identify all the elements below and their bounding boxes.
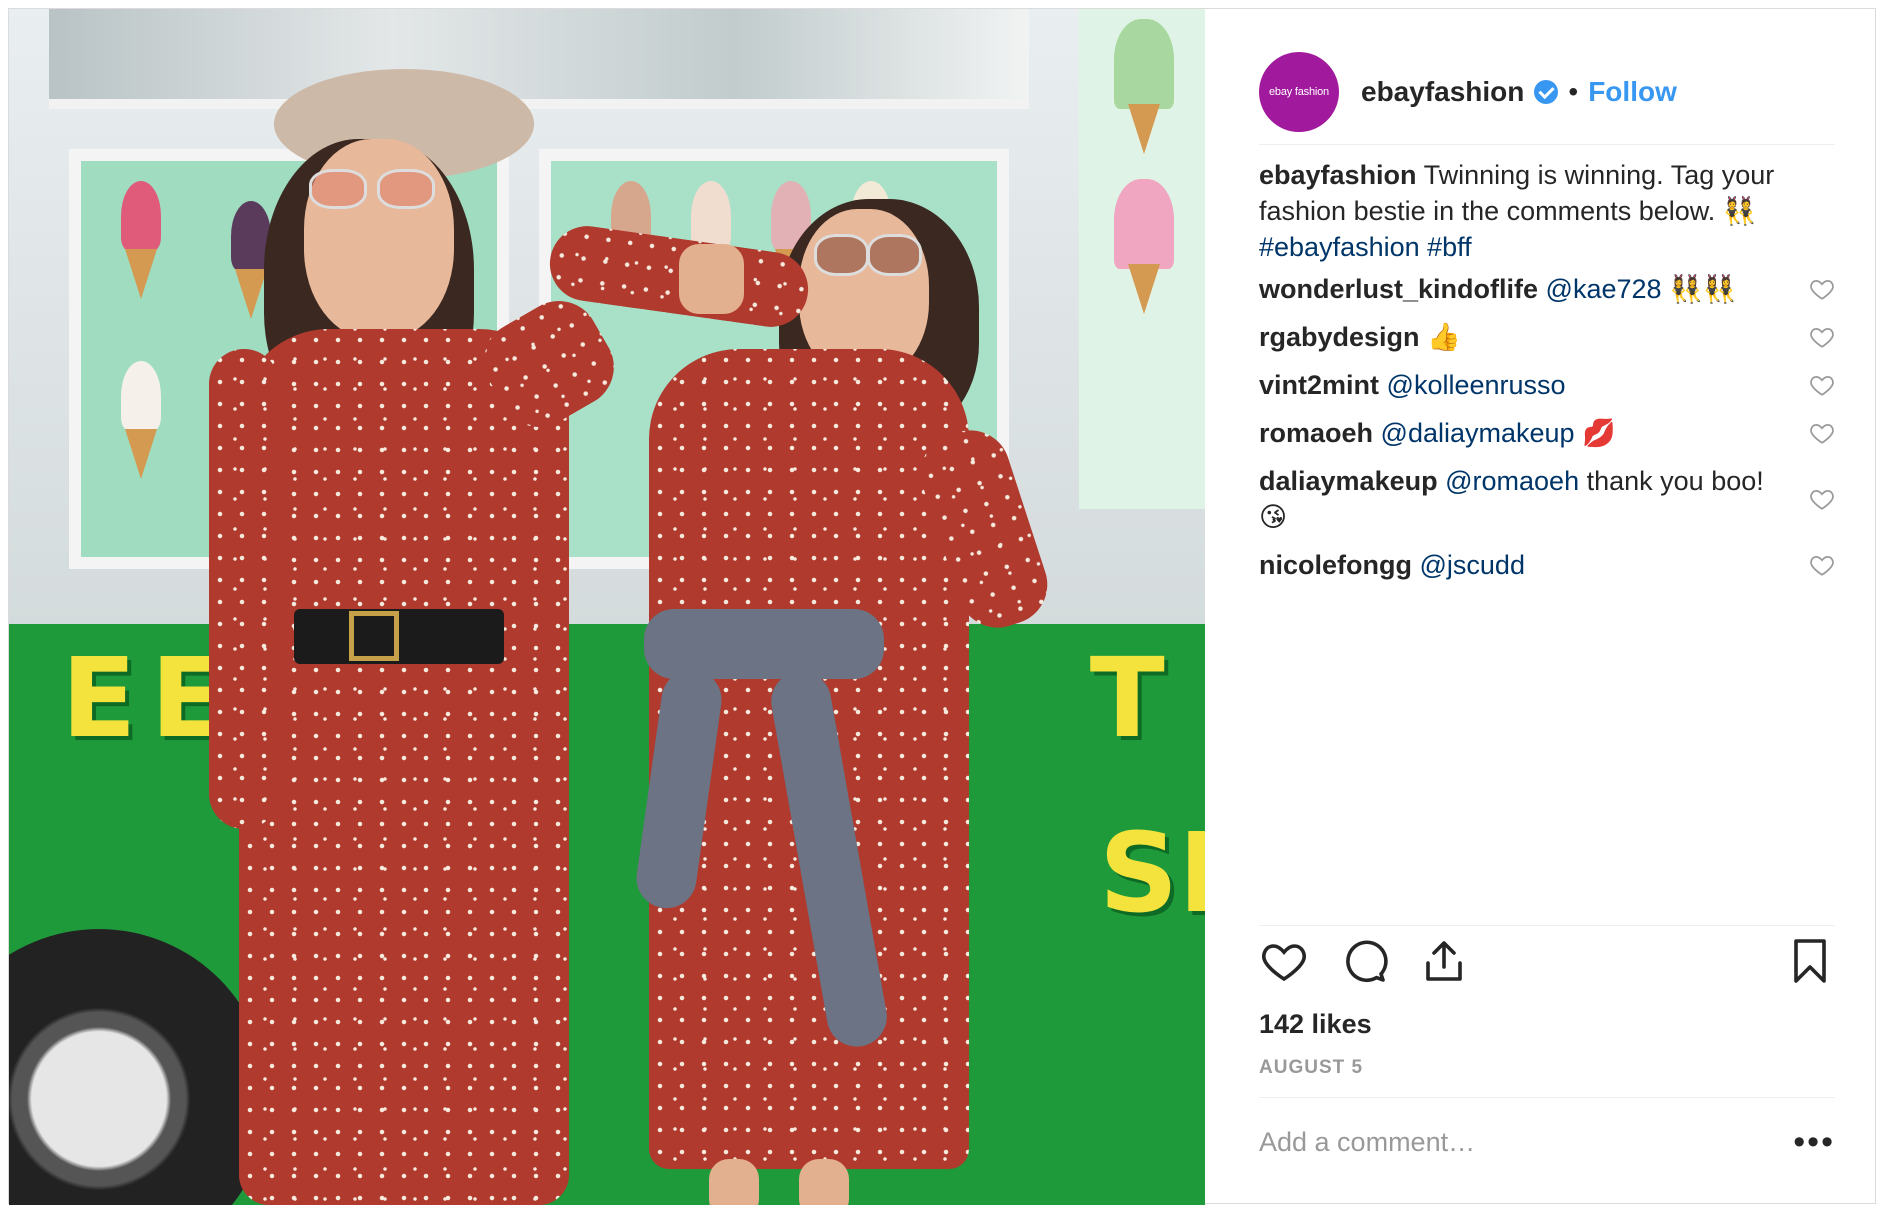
gray-sweater-sash xyxy=(644,609,884,679)
caption-hashtags[interactable]: #ebayfashion #bff xyxy=(1259,232,1472,262)
post-date[interactable]: AUGUST 5 xyxy=(1259,1057,1363,1079)
post-sidebar: ebay fashion ebayfashion • Follow ebayfa… xyxy=(1205,9,1877,1205)
comment-username[interactable]: daliaymakeup xyxy=(1259,466,1438,496)
comment-mention[interactable]: @kolleenrusso xyxy=(1387,370,1566,400)
comment-like-heart-icon[interactable] xyxy=(1809,420,1835,446)
sunglasses xyxy=(814,234,869,276)
model-left-arm xyxy=(209,349,279,829)
black-belt xyxy=(294,609,504,664)
comment-text: 👯‍♀️👯‍♀️ xyxy=(1669,274,1737,304)
comment-text: 💋 xyxy=(1582,418,1616,448)
comment-item: nicolefongg @jscudd xyxy=(1259,547,1835,583)
share-button[interactable] xyxy=(1419,936,1469,986)
comment-like-heart-icon[interactable] xyxy=(1809,372,1835,398)
truck-lettering: EE AM T xyxy=(9,634,1179,762)
bookmark-icon xyxy=(1794,938,1826,983)
comment-mention[interactable]: @daliaymakeup xyxy=(1381,418,1575,448)
caption-username[interactable]: ebayfashion xyxy=(1259,160,1417,190)
post-frame: EE AM T SN ebay fashion xyxy=(8,8,1877,1205)
comment-mention[interactable]: @kae728 xyxy=(1546,274,1662,304)
post-caption: ebayfashion Twinning is winning. Tag you… xyxy=(1259,157,1835,265)
comment-mention[interactable]: @romaoeh xyxy=(1445,466,1579,496)
post-photo[interactable]: EE AM T SN xyxy=(9,9,1205,1205)
comment-like-heart-icon[interactable] xyxy=(1809,276,1835,302)
comment-item: wonderlust_kindoflife @kae728 👯‍♀️👯‍♀️ xyxy=(1259,271,1835,307)
comment-text: 👍 xyxy=(1427,322,1461,352)
comment-username[interactable]: nicolefongg xyxy=(1259,550,1412,580)
comment-bubble-icon xyxy=(1346,939,1388,982)
comments-list: ebayfashion Twinning is winning. Tag you… xyxy=(1259,157,1835,917)
post-username[interactable]: ebayfashion xyxy=(1361,76,1524,108)
comment-button[interactable] xyxy=(1339,936,1389,986)
post-header: ebay fashion ebayfashion • Follow xyxy=(1259,39,1835,145)
comment-like-heart-icon[interactable] xyxy=(1809,552,1835,578)
model-right-leg xyxy=(709,1159,759,1205)
add-comment-bar: ••• xyxy=(1259,1097,1835,1187)
save-button[interactable] xyxy=(1785,936,1835,986)
comment-item: rgabydesign 👍 xyxy=(1259,319,1835,355)
window-shelf xyxy=(49,9,1029,109)
belt-buckle xyxy=(349,611,399,661)
comment-item: daliaymakeup @romaoeh thank you boo! 😘 xyxy=(1259,463,1835,535)
follow-button[interactable]: Follow xyxy=(1588,76,1677,108)
comment-like-heart-icon[interactable] xyxy=(1809,486,1835,512)
verified-badge-icon xyxy=(1534,79,1559,104)
separator-dot: • xyxy=(1568,75,1579,107)
comment-username[interactable]: rgabydesign xyxy=(1259,322,1420,352)
share-icon xyxy=(1426,940,1462,981)
comment-item: romaoeh @daliaymakeup 💋 xyxy=(1259,415,1835,451)
sunglasses xyxy=(377,169,435,209)
likes-count[interactable]: 142 likes xyxy=(1259,1009,1372,1040)
comment-username[interactable]: wonderlust_kindoflife xyxy=(1259,274,1538,304)
truck-side-panel xyxy=(1079,9,1205,509)
add-comment-input[interactable] xyxy=(1259,1127,1794,1158)
model-right-leg xyxy=(799,1159,849,1205)
red-floral-dress xyxy=(239,329,569,1205)
post-actions xyxy=(1259,925,1835,995)
more-options-icon[interactable]: ••• xyxy=(1793,1123,1835,1162)
sunglasses xyxy=(309,169,367,209)
avatar[interactable]: ebay fashion xyxy=(1259,51,1339,132)
comment-mention[interactable]: @jscudd xyxy=(1420,550,1525,580)
like-button[interactable] xyxy=(1259,936,1309,986)
comment-username[interactable]: romaoeh xyxy=(1259,418,1373,448)
heart-icon xyxy=(1262,943,1306,981)
comment-username[interactable]: vint2mint xyxy=(1259,370,1379,400)
model-right-hand xyxy=(679,244,744,314)
truck-lettering-lower: SN xyxy=(1099,809,1205,937)
comment-like-heart-icon[interactable] xyxy=(1809,324,1835,350)
comment-item: vint2mint @kolleenrusso xyxy=(1259,367,1835,403)
sunglasses xyxy=(867,234,922,276)
avatar-text: ebay fashion xyxy=(1269,85,1329,98)
